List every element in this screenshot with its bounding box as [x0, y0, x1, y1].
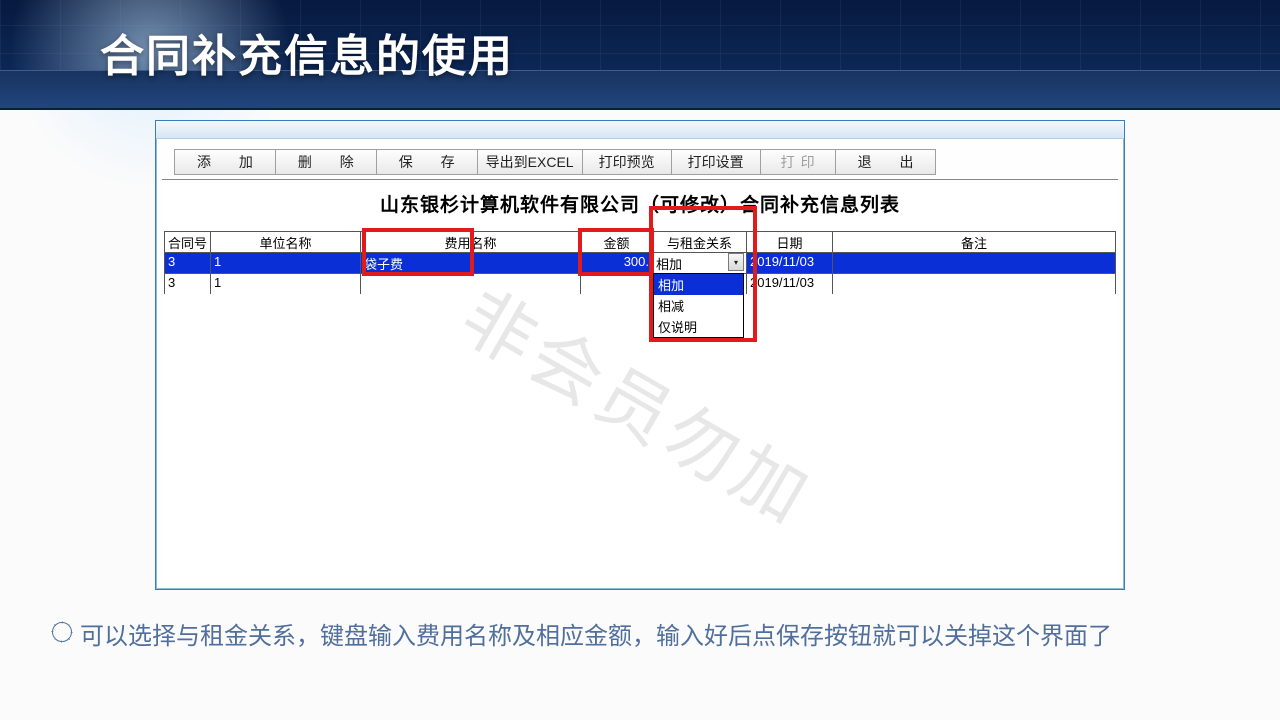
table-row[interactable]: 3 1 袋子费 300. 相加 2019/11/03 — [164, 252, 1116, 273]
form-panel: 非会员勿加 山东银杉计算机软件有限公司（可修改）合同补充信息列表 合同号 单位名… — [162, 179, 1118, 583]
dropdown-option[interactable]: 相加 — [654, 274, 743, 295]
save-button[interactable]: 保 存 — [376, 149, 478, 175]
col-fee-name: 费用名称 — [360, 231, 580, 252]
cell-contract-no[interactable]: 3 — [164, 273, 210, 294]
print-preview-button[interactable]: 打印预览 — [582, 149, 672, 175]
cell-remark[interactable] — [832, 273, 1116, 294]
add-button[interactable]: 添 加 — [174, 149, 276, 175]
export-excel-button[interactable]: 导出到EXCEL — [477, 149, 583, 175]
cell-remark[interactable] — [832, 252, 1116, 273]
form-title: 山东银杉计算机软件有限公司（可修改）合同补充信息列表 — [162, 186, 1118, 231]
exit-button[interactable]: 退 出 — [835, 149, 937, 175]
caption-text: 可以选择与租金关系，键盘输入费用名称及相应金额，输入好后点保存按钮就可以关掉这个… — [80, 623, 1112, 650]
slide-caption: 可以选择与租金关系，键盘输入费用名称及相应金额，输入好后点保存按钮就可以关掉这个… — [80, 620, 1220, 655]
relation-dropdown[interactable]: 相加 相减 仅说明 — [653, 273, 744, 338]
slide-title: 合同补充信息的使用 — [100, 20, 514, 84]
col-relation: 与租金关系 — [652, 231, 746, 252]
toolbar: 添 加 删 除 保 存 导出到EXCEL 打印预览 打印设置 打印 退 出 — [174, 147, 1106, 177]
print-button[interactable]: 打印 — [760, 149, 836, 175]
cell-date[interactable]: 2019/11/03 — [746, 273, 832, 294]
dropdown-option[interactable]: 相减 — [654, 295, 743, 316]
dropdown-option[interactable]: 仅说明 — [654, 316, 743, 337]
cell-fee-name[interactable] — [360, 273, 580, 294]
col-contract-no: 合同号 — [164, 231, 210, 252]
sun-bullet-icon — [52, 622, 72, 642]
cell-date[interactable]: 2019/11/03 — [746, 252, 832, 273]
cell-fee-name[interactable]: 袋子费 — [360, 252, 580, 273]
cell-unit-name[interactable]: 1 — [210, 273, 360, 294]
table-row[interactable]: 3 1 2019/11/03 — [164, 273, 1116, 294]
watermark-text: 非会员勿加 — [445, 259, 835, 545]
window-titlebar — [156, 121, 1124, 139]
col-unit-name: 单位名称 — [210, 231, 360, 252]
cell-amount[interactable] — [580, 273, 652, 294]
cell-amount[interactable]: 300. — [580, 252, 652, 273]
app-window: 添 加 删 除 保 存 导出到EXCEL 打印预览 打印设置 打印 退 出 非会… — [155, 120, 1125, 590]
cell-contract-no[interactable]: 3 — [164, 252, 210, 273]
chevron-down-icon[interactable]: ▾ — [728, 253, 744, 271]
grid-header-row: 合同号 单位名称 费用名称 金额 与租金关系 日期 备注 — [164, 231, 1116, 252]
cell-unit-name[interactable]: 1 — [210, 252, 360, 273]
delete-button[interactable]: 删 除 — [275, 149, 377, 175]
page-setup-button[interactable]: 打印设置 — [671, 149, 761, 175]
col-remark: 备注 — [832, 231, 1116, 252]
data-grid[interactable]: 合同号 单位名称 费用名称 金额 与租金关系 日期 备注 3 1 袋子费 300… — [164, 231, 1116, 294]
col-amount: 金额 — [580, 231, 652, 252]
col-date: 日期 — [746, 231, 832, 252]
